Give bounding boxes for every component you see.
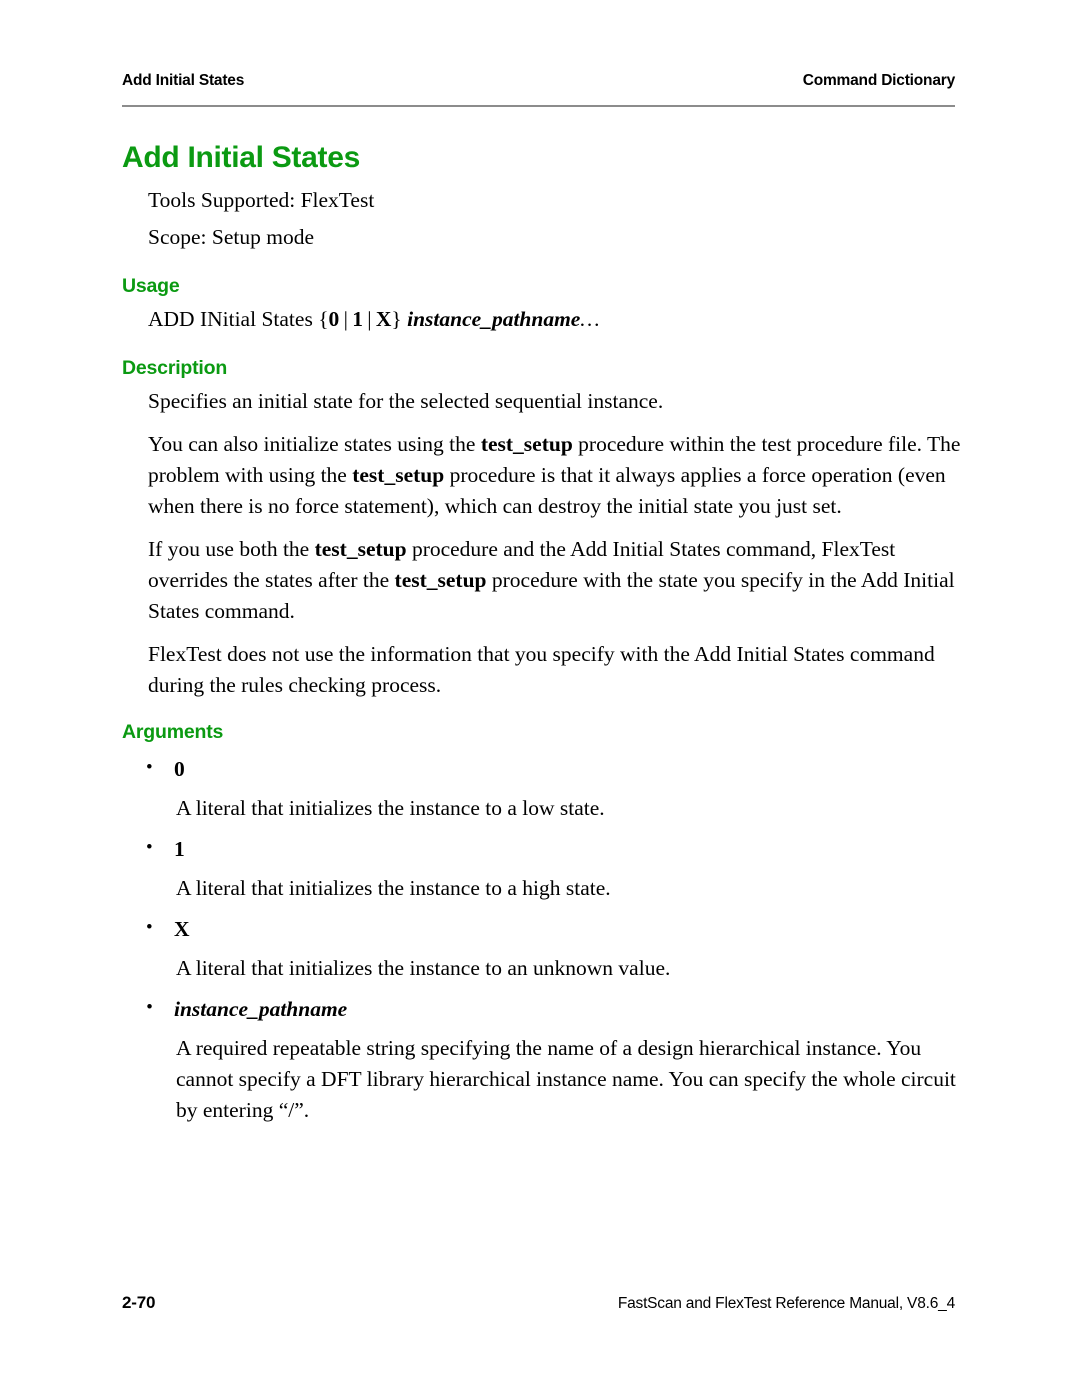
usage-brace-close: } [391,307,402,332]
running-header: Add Initial States Command Dictionary [122,72,955,90]
description-paragraph: Specifies an initial state for the selec… [122,386,962,417]
usage-command: ADD INitial States [148,307,313,332]
argument-description: A literal that initializes the instance … [176,796,605,821]
usage-argument: instance_pathname [407,307,581,332]
emphasis-bold: test_setup [352,463,445,488]
usage-ellipsis: … [580,307,600,332]
list-item: 0 A literal that initializes the instanc… [122,753,962,824]
section-heading-description: Description [122,357,228,380]
text-run: Specifies an initial state for the selec… [148,389,664,414]
page-number: 2-70 [122,1293,156,1312]
description-body: Specifies an initial state for the selec… [122,386,962,701]
list-item: 1 A literal that initializes the instanc… [122,833,962,904]
usage-choice-x: X [375,307,392,332]
argument-term: instance_pathname [122,993,962,1024]
page-content: Add Initial States Tools Supported: Flex… [122,140,962,1126]
running-header-right: Command Dictionary [802,72,955,89]
argument-term: 1 [122,833,962,864]
usage-syntax-line: ADD INitial States {0 | 1 | X} instance_… [122,304,962,335]
description-paragraph: You can also initialize states using the… [122,429,962,522]
usage-choice-1: 1 [352,307,363,332]
arguments-list: 0 A literal that initializes the instanc… [122,753,962,1126]
argument-description: A literal that initializes the instance … [176,876,611,901]
argument-term: 0 [122,753,962,784]
argument-description: A required repeatable string specifying … [176,1036,956,1123]
text-run: You can also initialize states using the [148,432,481,457]
manual-title: FastScan and FlexTest Reference Manual, … [617,1295,955,1312]
description-paragraph: If you use both the test_setup procedure… [122,534,962,627]
section-heading-arguments: Arguments [122,721,224,744]
tools-supported-line: Tools Supported: FlexTest [148,188,375,213]
scope-line: Scope: Setup mode [148,225,315,250]
usage-brace-open: { [318,307,329,332]
text-run: If you use both the [148,537,315,562]
section-heading-usage: Usage [122,275,180,298]
argument-term: X [122,913,962,944]
running-header-left: Add Initial States [122,72,245,89]
emphasis-bold: test_setup [314,537,407,562]
usage-choice-0: 0 [328,307,340,332]
header-divider [122,105,955,107]
list-item: X A literal that initializes the instanc… [122,913,962,984]
page-title: Add Initial States [122,141,360,174]
argument-description: A literal that initializes the instance … [176,956,671,981]
list-item: instance_pathname A required repeatable … [122,993,962,1126]
running-footer: 2-70 FastScan and FlexTest Reference Man… [122,1293,955,1313]
description-paragraph: FlexTest does not use the information th… [122,639,962,701]
text-run: FlexTest does not use the information th… [148,642,935,698]
document-page: Add Initial States Command Dictionary Ad… [0,0,1080,1397]
emphasis-bold: test_setup [394,568,487,593]
emphasis-bold: test_setup [480,432,573,457]
